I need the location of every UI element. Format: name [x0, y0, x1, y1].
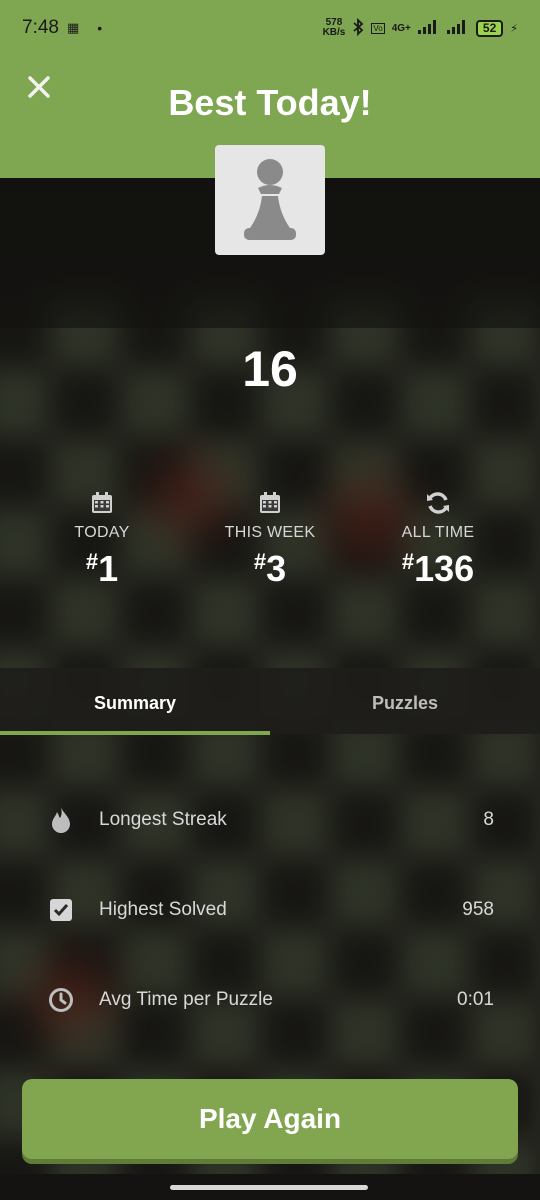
- rank-value: #1: [85, 548, 119, 589]
- rank-label: THIS WEEK: [224, 524, 316, 541]
- stat-row-avg-time: Avg Time per Puzzle 0:01: [0, 955, 540, 1045]
- tab-summary[interactable]: Summary: [0, 668, 270, 735]
- page-title: Best Today!: [168, 82, 372, 123]
- flame-icon: [52, 807, 70, 833]
- stat-row-highest-solved: Highest Solved 958: [0, 865, 540, 955]
- rank-label: ALL TIME: [401, 524, 475, 541]
- stat-value: 8: [483, 809, 494, 830]
- signal-icon: [417, 19, 440, 37]
- puzzle-score: 16: [242, 341, 298, 397]
- status-dot-icon: •: [97, 20, 103, 36]
- battery-indicator: 52: [475, 19, 504, 37]
- tab-puzzles[interactable]: Puzzles: [270, 668, 540, 734]
- network-speed: 578 KB/s: [322, 17, 346, 38]
- stat-value: 0:01: [457, 989, 494, 1010]
- stat-row-longest-streak: Longest Streak 8: [0, 775, 540, 865]
- signal-icon-2: [446, 19, 469, 37]
- clock-icon: [49, 988, 73, 1012]
- checkbox-icon: [50, 899, 72, 921]
- stat-label: Avg Time per Puzzle: [99, 989, 273, 1010]
- status-bar: 7:48 ▦ • 578 KB/s Vo 4G+ 52 ⚡: [0, 0, 540, 56]
- bluetooth-icon: [352, 17, 364, 39]
- rank-value: #3: [253, 548, 287, 589]
- rank-all-time: ALL TIME #136: [348, 488, 528, 590]
- calendar-icon: [92, 492, 112, 513]
- rank-value: #136: [401, 548, 475, 589]
- network-type: 4G+: [391, 22, 411, 34]
- status-time: 7:48: [22, 17, 59, 38]
- pawn-icon: [244, 159, 296, 240]
- stat-value: 958: [462, 899, 494, 920]
- rank-this-week: THIS WEEK #3: [180, 488, 360, 590]
- play-again-button[interactable]: Play Again: [22, 1079, 518, 1159]
- stats-list: Longest Streak 8 Highest Solved 958 Avg …: [0, 775, 540, 1045]
- rank-section: TODAY #1 THIS WEEK #3 ALL TIME #136: [0, 488, 540, 598]
- stat-label: Highest Solved: [99, 899, 227, 920]
- stat-label: Longest Streak: [99, 809, 227, 830]
- tab-bar: Summary Puzzles: [0, 668, 540, 735]
- pawn-avatar: [215, 145, 325, 255]
- notification-icon: ▦: [66, 20, 80, 35]
- charging-icon: ⚡: [510, 22, 518, 35]
- volte-icon: Vo: [371, 22, 385, 34]
- rank-label: TODAY: [74, 524, 130, 541]
- refresh-icon: [427, 492, 449, 514]
- home-gesture-handle[interactable]: [170, 1185, 368, 1190]
- calendar-icon: [260, 492, 280, 513]
- rank-today: TODAY #1: [12, 488, 192, 590]
